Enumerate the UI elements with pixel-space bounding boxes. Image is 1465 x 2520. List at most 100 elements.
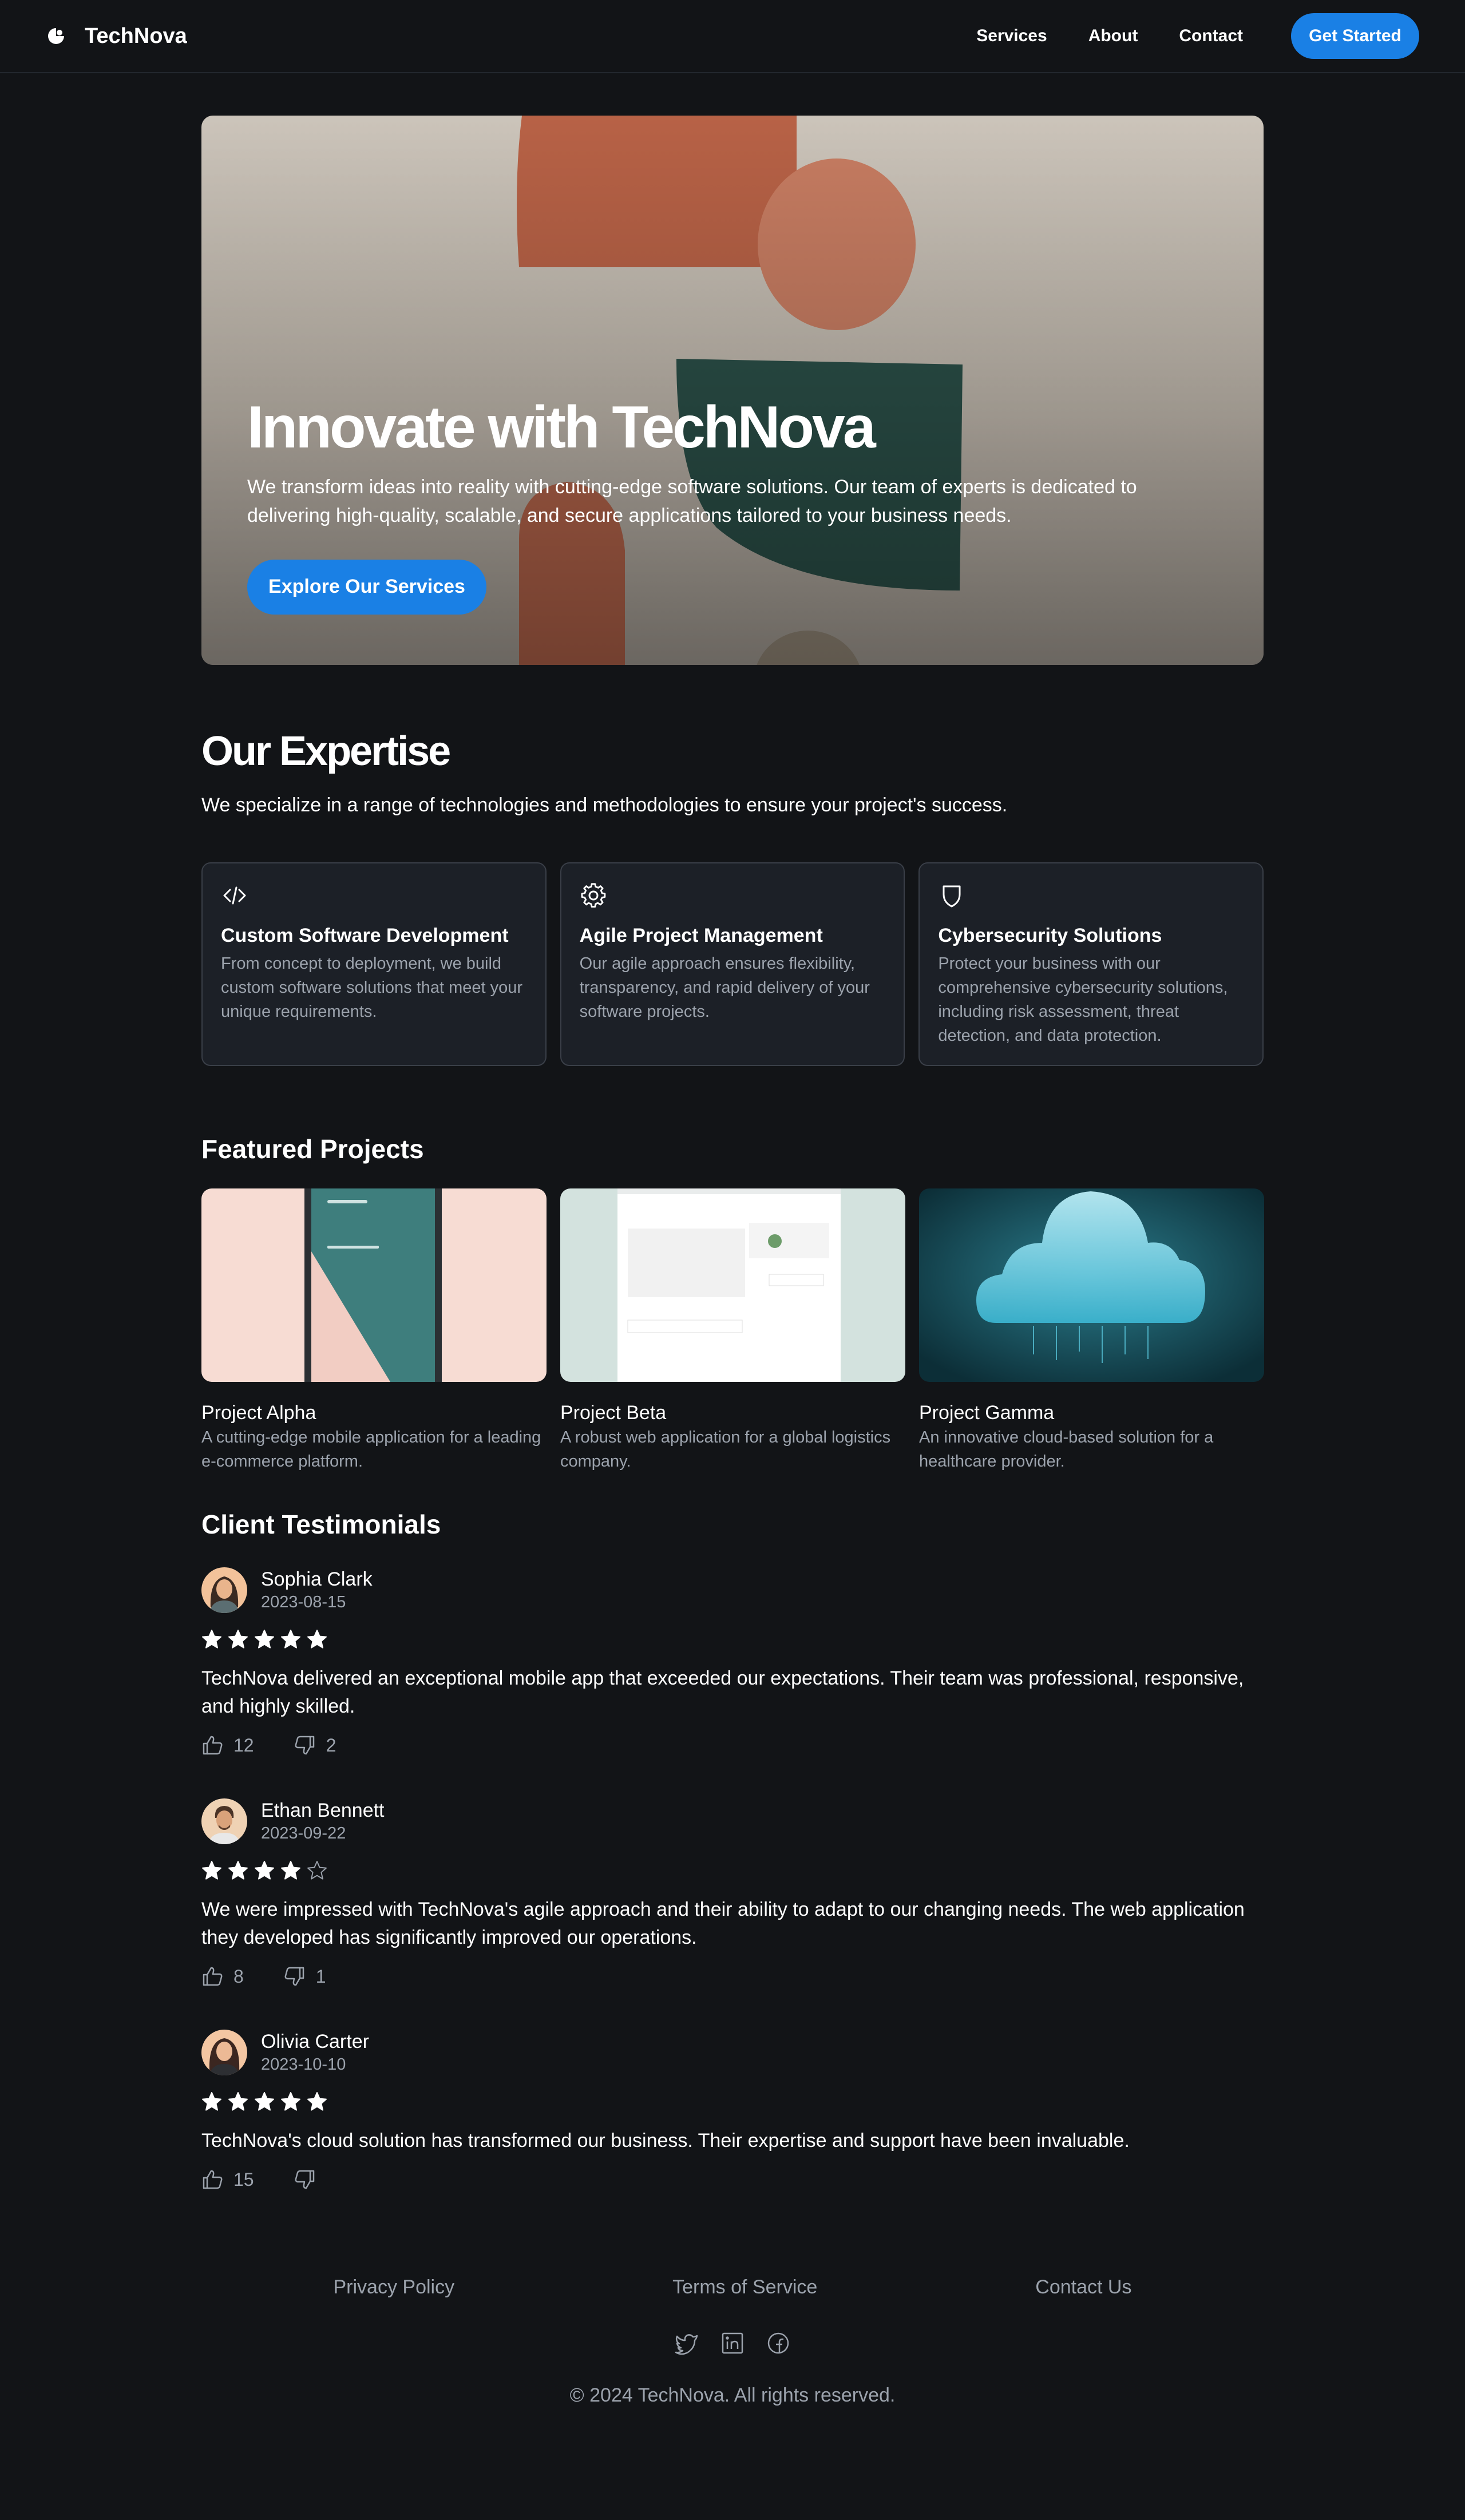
review-date: 2023-09-22 — [261, 1824, 346, 1843]
projects-section: Featured Projects Project Alpha A cuttin… — [201, 1134, 1264, 1473]
testimonial-header: Ethan Bennett 2023-09-22 — [201, 1798, 1264, 1844]
like-count: 8 — [233, 1966, 244, 1987]
project-card[interactable]: Project Gamma An innovative cloud-based … — [919, 1188, 1264, 1473]
project-list: Project Alpha A cutting-edge mobile appl… — [201, 1188, 1264, 1473]
project-card[interactable]: Project Beta A robust web application fo… — [560, 1188, 905, 1473]
star-filled-icon — [202, 1630, 221, 1649]
testimonial: Sophia Clark 2023-08-15 TechNova deliver… — [201, 1567, 1264, 1756]
terms-of-service-link[interactable]: Terms of Service — [672, 2276, 817, 2299]
twitter-icon[interactable] — [674, 2331, 699, 2356]
star-filled-icon — [202, 2092, 221, 2111]
reviewer-name: Ethan Bennett — [261, 1800, 385, 1821]
project-title: Project Beta — [560, 1402, 667, 1424]
review-date: 2023-08-15 — [261, 1593, 346, 1611]
star-filled-icon — [255, 1861, 274, 1880]
reviewer-name: Sophia Clark — [261, 1568, 373, 1590]
expertise-card: Cybersecurity Solutions Protect your bus… — [918, 862, 1264, 1066]
avatar — [201, 2030, 247, 2075]
nav-link-about[interactable]: About — [1088, 26, 1138, 46]
projects-title: Featured Projects — [201, 1134, 424, 1164]
dislike-count: 1 — [315, 1966, 326, 1987]
code-icon — [223, 886, 246, 905]
thumbs-up-icon — [203, 2170, 223, 2189]
review-text: TechNova's cloud solution has transforme… — [201, 2130, 1130, 2151]
shield-icon — [943, 885, 961, 908]
review-actions: 12 2 — [201, 1734, 1264, 1756]
linkedin-icon[interactable] — [720, 2331, 745, 2356]
social-links — [201, 2331, 1264, 2356]
nav-link-services[interactable]: Services — [976, 26, 1047, 46]
star-rating — [201, 1629, 1264, 1650]
dislike-button[interactable]: 2 — [294, 1734, 336, 1756]
avatar — [201, 1567, 247, 1613]
project-gamma-image — [919, 1188, 1264, 1382]
project-title: Project Alpha — [201, 1402, 316, 1424]
star-empty-icon — [307, 1861, 327, 1880]
project-title: Project Gamma — [919, 1402, 1055, 1424]
site-footer: Privacy Policy Terms of Service Contact … — [201, 2276, 1264, 2407]
testimonial-header: Sophia Clark 2023-08-15 — [201, 1567, 1264, 1613]
like-button[interactable]: 12 — [201, 1734, 254, 1756]
contact-us-link[interactable]: Contact Us — [1035, 2276, 1131, 2299]
thumbs-up-icon — [203, 1967, 223, 1986]
main-nav: Services About Contact Get Started — [976, 13, 1419, 59]
brand-name: TechNova — [85, 23, 187, 48]
nav-link-contact[interactable]: Contact — [1179, 26, 1243, 46]
star-filled-icon — [255, 2092, 274, 2111]
explore-services-button[interactable]: Explore Our Services — [247, 559, 486, 615]
star-filled-icon — [202, 1861, 221, 1880]
like-button[interactable]: 15 — [201, 2169, 254, 2190]
testimonial: Olivia Carter 2023-10-10 TechNova's clou… — [201, 2030, 1264, 2190]
card-text: From concept to deployment, we build cus… — [221, 954, 523, 1021]
star-filled-icon — [307, 2092, 327, 2111]
expertise-cards: Custom Software Development From concept… — [201, 862, 1264, 1066]
like-button[interactable]: 8 — [201, 1966, 244, 1987]
get-started-button[interactable]: Get Started — [1291, 13, 1419, 59]
reviewer-name: Olivia Carter — [261, 2031, 369, 2053]
star-filled-icon — [281, 1861, 300, 1880]
expertise-card: Agile Project Management Our agile appro… — [560, 862, 905, 1066]
star-filled-icon — [228, 1630, 248, 1649]
review-text: We were impressed with TechNova's agile … — [201, 1899, 1245, 1948]
hero-content: Innovate with TechNova We transform idea… — [247, 394, 1186, 615]
facebook-icon[interactable] — [766, 2331, 791, 2356]
thumbs-down-icon — [295, 1736, 314, 1755]
thumbs-down-icon — [284, 1967, 304, 1986]
star-filled-icon — [228, 1861, 248, 1880]
expertise-lead: We specialize in a range of technologies… — [201, 794, 1008, 816]
card-text: Protect your business with our comprehen… — [938, 954, 1228, 1045]
brand[interactable]: TechNova — [46, 24, 187, 49]
expertise-card: Custom Software Development From concept… — [201, 862, 547, 1066]
hero-banner: Innovate with TechNova We transform idea… — [201, 116, 1264, 665]
project-text: A robust web application for a global lo… — [560, 1428, 891, 1471]
hero-subtitle: We transform ideas into reality with cut… — [247, 476, 1137, 526]
review-text: TechNova delivered an exceptional mobile… — [201, 1667, 1244, 1717]
site-header: TechNova Services About Contact Get Star… — [0, 0, 1465, 73]
card-title: Custom Software Development — [221, 925, 509, 946]
thumbs-down-icon — [295, 2170, 314, 2189]
star-filled-icon — [281, 2092, 300, 2111]
project-alpha-image — [201, 1188, 547, 1382]
like-count: 15 — [233, 2169, 254, 2190]
project-text: A cutting-edge mobile application for a … — [201, 1428, 541, 1471]
dislike-button[interactable] — [294, 2169, 326, 2190]
dislike-button[interactable]: 1 — [284, 1966, 326, 1987]
review-date: 2023-10-10 — [261, 2055, 346, 2074]
testimonials-title: Client Testimonials — [201, 1509, 441, 1539]
expertise-section: Our Expertise We specialize in a range o… — [201, 728, 1264, 1066]
privacy-policy-link[interactable]: Privacy Policy — [334, 2276, 455, 2299]
footer-links: Privacy Policy Terms of Service Contact … — [201, 2276, 1264, 2299]
avatar — [201, 1798, 247, 1844]
star-filled-icon — [228, 2092, 248, 2111]
project-card[interactable]: Project Alpha A cutting-edge mobile appl… — [201, 1188, 547, 1473]
card-title: Cybersecurity Solutions — [938, 925, 1162, 946]
card-title: Agile Project Management — [579, 925, 823, 946]
thumbs-up-icon — [203, 1736, 223, 1755]
main-content: Innovate with TechNova We transform idea… — [201, 116, 1264, 2407]
project-text: An innovative cloud-based solution for a… — [919, 1428, 1214, 1471]
dislike-count: 2 — [326, 1734, 336, 1756]
project-beta-image — [560, 1188, 905, 1382]
like-count: 12 — [233, 1734, 254, 1756]
hero-title: Innovate with TechNova — [247, 394, 876, 461]
review-actions: 15 — [201, 2169, 1264, 2190]
